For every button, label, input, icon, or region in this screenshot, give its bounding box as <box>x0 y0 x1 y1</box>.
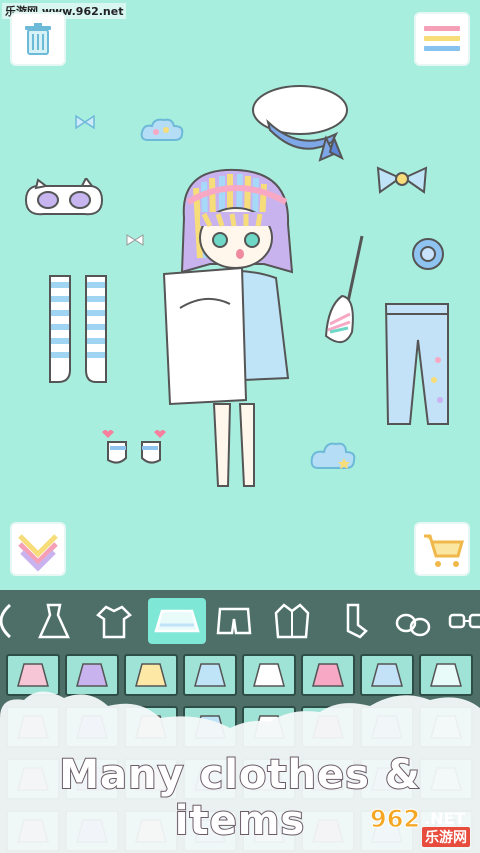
tshirt-icon <box>96 605 132 639</box>
dress-icon <box>38 603 70 639</box>
cloud-hairpin-item[interactable] <box>140 116 184 144</box>
category-shorts[interactable] <box>214 598 254 644</box>
sailor-hat-item[interactable] <box>250 82 356 164</box>
ribbon-bow-item[interactable] <box>376 164 428 196</box>
jeans-item[interactable] <box>382 300 452 428</box>
tiny-bow-item[interactable] <box>126 234 144 246</box>
small-bow-item[interactable] <box>74 114 96 130</box>
category-skirt[interactable] <box>148 598 206 644</box>
category-dress[interactable] <box>34 598 74 644</box>
dress-up-scene: 乐游网 www.962.net <box>0 0 480 590</box>
category-glasses[interactable] <box>446 598 480 644</box>
watermark-suffix: .NET <box>424 809 466 828</box>
watermark-cn: 乐游网 <box>422 827 470 847</box>
skirt-thumbnail <box>194 663 226 687</box>
trash-button[interactable] <box>12 14 64 64</box>
shoes-icon <box>395 613 431 637</box>
skirt-thumbnail <box>76 663 108 687</box>
collapse-button[interactable] <box>12 524 64 574</box>
sleep-mask-item[interactable] <box>22 178 106 220</box>
shop-button[interactable] <box>416 524 468 574</box>
heart-shoes-item[interactable] <box>98 428 170 468</box>
skirt-thumbnail <box>17 663 49 687</box>
shopping-cart-icon <box>424 534 464 567</box>
category-socks[interactable] <box>334 598 374 644</box>
skirt-thumbnail <box>253 663 285 687</box>
skirt-icon <box>154 609 200 633</box>
striped-stockings-item[interactable] <box>44 274 114 392</box>
category-partial-icon <box>0 603 12 639</box>
cloud-pin-item[interactable] <box>310 440 356 472</box>
menu-button[interactable] <box>416 14 468 64</box>
menu-icon <box>424 26 460 51</box>
category-jacket[interactable] <box>272 598 312 644</box>
skirt-thumbnail <box>371 663 403 687</box>
category-partial[interactable] <box>0 598 22 644</box>
category-toolbar <box>0 590 480 652</box>
watermark-bottom: 962 .NET 乐游网 <box>356 805 476 849</box>
shorts-icon <box>216 607 252 635</box>
skirt-thumbnail <box>430 663 462 687</box>
glasses-icon <box>448 613 480 629</box>
character-doll <box>162 168 294 487</box>
trash-icon <box>25 23 51 55</box>
chevron-down-icon <box>18 534 58 572</box>
flower-brooch-item[interactable] <box>410 236 446 272</box>
category-tshirt[interactable] <box>94 598 134 644</box>
wand-item[interactable] <box>318 232 368 352</box>
jacket-icon <box>274 603 310 639</box>
skirt-thumbnail <box>312 663 344 687</box>
watermark-logo: 962 <box>369 805 421 834</box>
category-shoes[interactable] <box>392 598 432 644</box>
socks-icon <box>346 603 368 639</box>
skirt-thumbnail <box>135 663 167 687</box>
